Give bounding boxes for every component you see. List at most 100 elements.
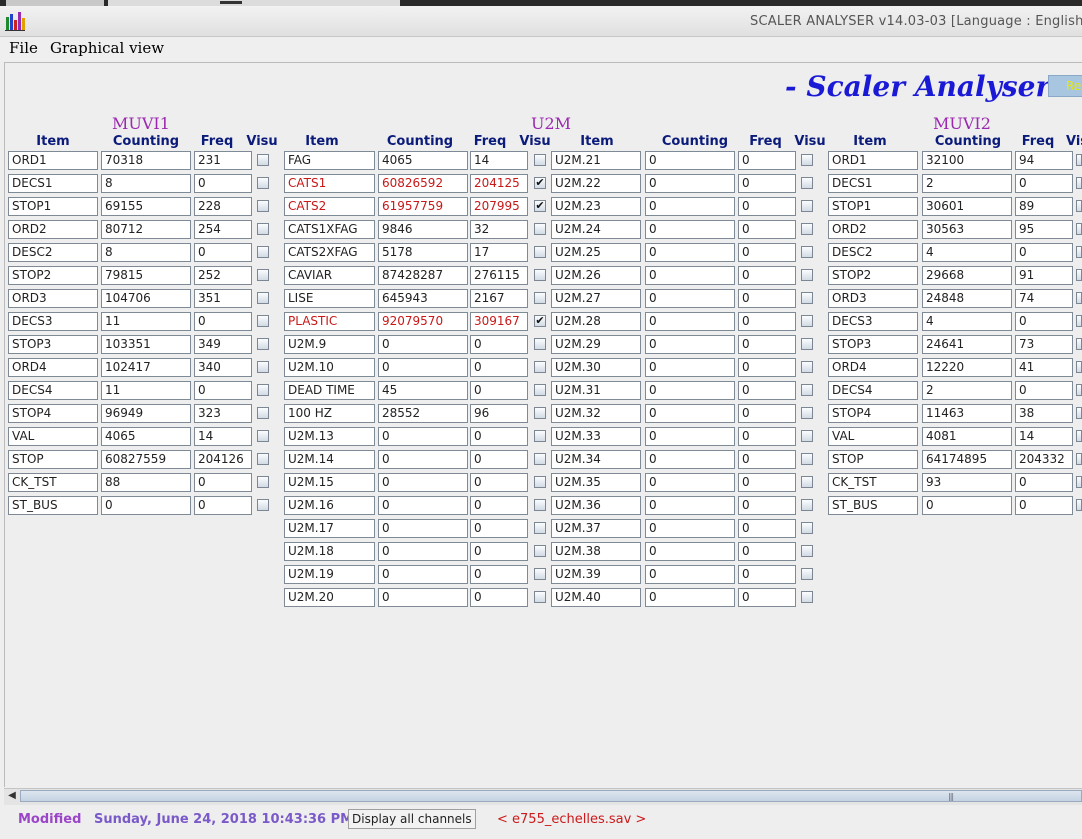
counting-field[interactable]: 11 (101, 312, 191, 331)
visu-checkbox[interactable] (534, 545, 546, 557)
item-field[interactable]: ORD1 (828, 151, 918, 170)
freq-field[interactable]: 0 (470, 427, 528, 446)
counting-field[interactable]: 64174895 (922, 450, 1012, 469)
counting-field[interactable]: 88 (101, 473, 191, 492)
item-field[interactable]: 100 HZ (284, 404, 375, 423)
visu-checkbox[interactable] (257, 361, 269, 373)
counting-field[interactable]: 60826592 (378, 174, 468, 193)
freq-field[interactable]: 0 (738, 335, 796, 354)
visu-checkbox[interactable] (534, 453, 546, 465)
item-field[interactable]: U2M.13 (284, 427, 375, 446)
item-field[interactable]: DECS3 (828, 312, 918, 331)
counting-field[interactable]: 0 (645, 381, 735, 400)
item-field[interactable]: STOP4 (828, 404, 918, 423)
item-field[interactable]: U2M.19 (284, 565, 375, 584)
item-field[interactable]: ORD2 (8, 220, 98, 239)
freq-field[interactable]: 0 (738, 266, 796, 285)
visu-checkbox[interactable] (1076, 430, 1082, 442)
counting-field[interactable]: 0 (645, 197, 735, 216)
counting-field[interactable]: 0 (922, 496, 1012, 515)
item-field[interactable]: CATS2XFAG (284, 243, 375, 262)
visu-checkbox[interactable] (257, 177, 269, 189)
counting-field[interactable]: 11463 (922, 404, 1012, 423)
freq-field[interactable]: 340 (194, 358, 252, 377)
item-field[interactable]: STOP (8, 450, 98, 469)
counting-field[interactable]: 45 (378, 381, 468, 400)
freq-field[interactable]: 204126 (194, 450, 252, 469)
freq-field[interactable]: 0 (1015, 243, 1073, 262)
freq-field[interactable]: 207995 (470, 197, 528, 216)
freq-field[interactable]: 0 (738, 174, 796, 193)
freq-field[interactable]: 204332 (1015, 450, 1073, 469)
freq-field[interactable]: 323 (194, 404, 252, 423)
item-field[interactable]: CK_TST (828, 473, 918, 492)
visu-checkbox[interactable] (801, 545, 813, 557)
freq-field[interactable]: 254 (194, 220, 252, 239)
freq-field[interactable]: 0 (738, 289, 796, 308)
visu-checkbox[interactable] (257, 338, 269, 350)
counting-field[interactable]: 70318 (101, 151, 191, 170)
visu-checkbox[interactable] (257, 315, 269, 327)
counting-field[interactable]: 0 (645, 496, 735, 515)
visu-checkbox[interactable] (257, 292, 269, 304)
counting-field[interactable]: 0 (645, 473, 735, 492)
visu-checkbox[interactable] (801, 269, 813, 281)
visu-checkbox[interactable] (534, 568, 546, 580)
item-field[interactable]: U2M.36 (551, 496, 641, 515)
freq-field[interactable]: 0 (738, 197, 796, 216)
visu-checkbox[interactable] (801, 246, 813, 258)
freq-field[interactable]: 0 (470, 542, 528, 561)
counting-field[interactable]: 0 (645, 450, 735, 469)
counting-field[interactable]: 0 (101, 496, 191, 515)
counting-field[interactable]: 69155 (101, 197, 191, 216)
freq-field[interactable]: 95 (1015, 220, 1073, 239)
counting-field[interactable]: 0 (645, 266, 735, 285)
visu-checkbox[interactable] (801, 292, 813, 304)
freq-field[interactable]: 0 (194, 496, 252, 515)
visu-checkbox[interactable] (534, 338, 546, 350)
freq-field[interactable]: 0 (194, 312, 252, 331)
counting-field[interactable]: 102417 (101, 358, 191, 377)
item-field[interactable]: CATS1XFAG (284, 220, 375, 239)
scrollbar-thumb[interactable] (20, 790, 1082, 802)
visu-checkbox[interactable] (534, 384, 546, 396)
item-field[interactable]: CAVIAR (284, 266, 375, 285)
visu-checkbox[interactable] (801, 315, 813, 327)
counting-field[interactable]: 93 (922, 473, 1012, 492)
visu-checkbox[interactable] (534, 246, 546, 258)
item-field[interactable]: STOP4 (8, 404, 98, 423)
counting-field[interactable]: 32100 (922, 151, 1012, 170)
visu-checkbox[interactable] (801, 591, 813, 603)
item-field[interactable]: CATS1 (284, 174, 375, 193)
item-field[interactable]: LISE (284, 289, 375, 308)
item-field[interactable]: U2M.32 (551, 404, 641, 423)
visu-checkbox[interactable] (534, 407, 546, 419)
visu-checkbox[interactable] (801, 361, 813, 373)
counting-field[interactable]: 0 (378, 450, 468, 469)
visu-checkbox[interactable] (257, 407, 269, 419)
freq-field[interactable]: 0 (738, 427, 796, 446)
counting-field[interactable]: 12220 (922, 358, 1012, 377)
counting-field[interactable]: 0 (378, 496, 468, 515)
item-field[interactable]: U2M.24 (551, 220, 641, 239)
freq-field[interactable]: 91 (1015, 266, 1073, 285)
counting-field[interactable]: 104706 (101, 289, 191, 308)
counting-field[interactable]: 24848 (922, 289, 1012, 308)
freq-field[interactable]: 0 (738, 450, 796, 469)
item-field[interactable]: ORD2 (828, 220, 918, 239)
counting-field[interactable]: 30601 (922, 197, 1012, 216)
freq-field[interactable]: 0 (738, 496, 796, 515)
item-field[interactable]: U2M.35 (551, 473, 641, 492)
visu-checkbox[interactable] (1076, 407, 1082, 419)
freq-field[interactable]: 0 (738, 404, 796, 423)
visu-checkbox[interactable] (1076, 361, 1082, 373)
freq-field[interactable]: 228 (194, 197, 252, 216)
item-field[interactable]: DECS4 (8, 381, 98, 400)
counting-field[interactable]: 0 (378, 335, 468, 354)
freq-field[interactable]: 0 (738, 519, 796, 538)
item-field[interactable]: STOP (828, 450, 918, 469)
counting-field[interactable]: 0 (378, 542, 468, 561)
counting-field[interactable]: 92079570 (378, 312, 468, 331)
counting-field[interactable]: 0 (645, 174, 735, 193)
counting-field[interactable]: 24641 (922, 335, 1012, 354)
